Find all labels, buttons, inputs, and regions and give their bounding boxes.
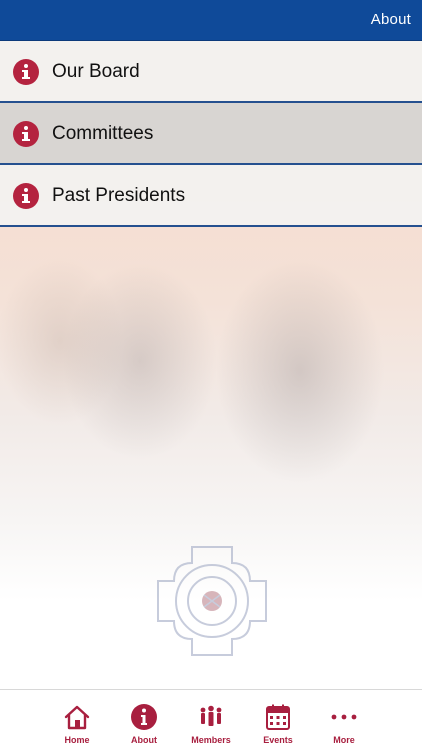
tab-members[interactable]: Members [178,690,244,751]
tab-bar: Home About Members Events More [0,689,422,751]
association-seal-logo [157,546,267,656]
tab-label: More [333,735,355,745]
tab-home[interactable]: Home [44,690,110,751]
tab-more[interactable]: More [311,690,377,751]
tab-label: About [131,735,157,745]
menu-item-our-board[interactable]: Our Board [0,41,422,103]
home-icon [64,705,90,730]
members-icon [200,705,222,726]
calendar-icon [266,704,290,730]
menu-item-committees[interactable]: Committees [0,103,422,165]
navigation-bar: About [0,0,422,41]
menu-item-label: Committees [52,123,154,144]
info-icon [13,121,39,147]
tab-about[interactable]: About [111,690,177,751]
info-icon [13,183,39,209]
page-title: About [370,11,411,28]
info-icon [131,704,157,730]
content-area: Our Board Committees Past Presidents [0,41,422,688]
info-icon [13,59,39,85]
more-dots-icon [331,714,357,720]
menu-item-past-presidents[interactable]: Past Presidents [0,165,422,227]
tab-label: Home [64,735,90,745]
menu-item-label: Our Board [52,61,140,82]
tab-label: Members [191,735,231,745]
tab-events[interactable]: Events [245,690,311,751]
tab-label: Events [263,735,293,745]
menu-item-label: Past Presidents [52,185,186,206]
